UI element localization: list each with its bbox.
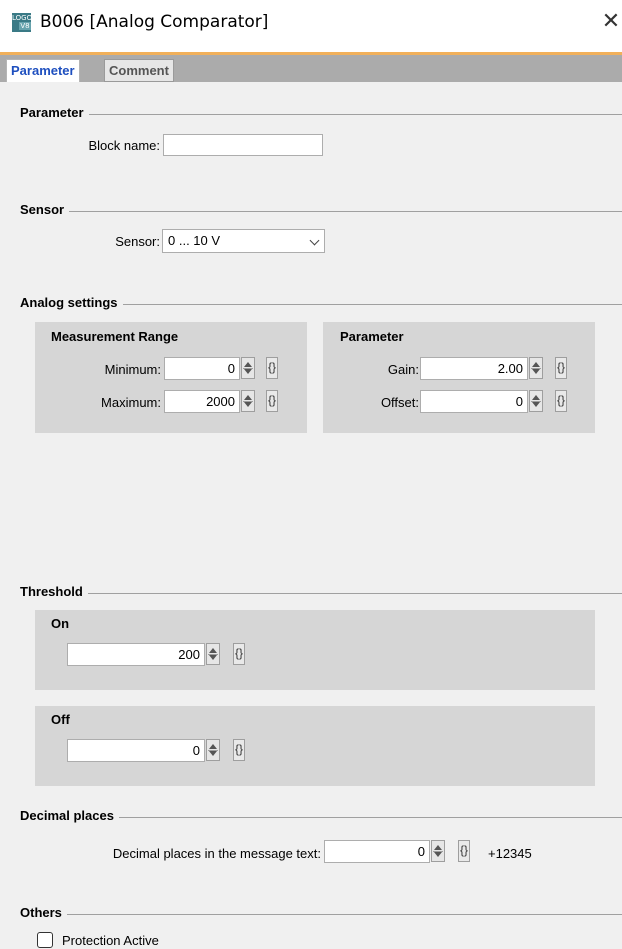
offset-param-button[interactable]: {} <box>555 390 567 412</box>
section-threshold-title: Threshold <box>20 584 622 599</box>
arrow-down-icon <box>532 369 540 374</box>
arrow-up-icon <box>209 648 217 653</box>
decimal-places-param-button[interactable]: {} <box>458 840 470 862</box>
divider <box>88 114 622 115</box>
decimal-preview-text: +12345 <box>488 846 532 861</box>
divider <box>122 304 622 305</box>
close-icon[interactable]: ✕ <box>600 8 622 38</box>
section-analog-title: Analog settings <box>20 295 622 310</box>
gain-param-button[interactable]: {} <box>555 357 567 379</box>
measurement-range-group: Measurement Range Minimum: 0 {} Maximum:… <box>35 322 307 433</box>
arrow-down-icon <box>209 655 217 660</box>
measurement-range-title: Measurement Range <box>51 329 179 344</box>
chevron-down-icon <box>309 235 320 246</box>
block-name-input[interactable] <box>163 134 323 156</box>
arrow-down-icon <box>244 402 252 407</box>
arrow-up-icon <box>244 395 252 400</box>
gain-input[interactable]: 2.00 <box>420 357 528 380</box>
arrow-down-icon <box>434 852 442 857</box>
minimum-input[interactable]: 0 <box>164 357 240 380</box>
arrow-down-icon <box>244 369 252 374</box>
divider <box>118 817 622 818</box>
threshold-on-input[interactable]: 200 <box>67 643 205 666</box>
tab-comment[interactable]: Comment <box>104 59 174 82</box>
decimal-places-spinner[interactable] <box>431 840 445 862</box>
minimum-param-button[interactable]: {} <box>266 357 278 379</box>
minimum-spinner[interactable] <box>241 357 255 379</box>
gain-spinner[interactable] <box>529 357 543 379</box>
threshold-off-input[interactable]: 0 <box>67 739 205 762</box>
protection-active-checkbox[interactable] <box>37 932 53 948</box>
window-title: B006 [Analog Comparator] <box>40 12 269 32</box>
analog-parameter-title: Parameter <box>340 329 404 344</box>
arrow-up-icon <box>244 362 252 367</box>
tab-strip: Parameter Comment <box>0 52 622 82</box>
threshold-on-spinner[interactable] <box>206 643 220 665</box>
section-parameter-title: Parameter <box>20 105 622 120</box>
arrow-down-icon <box>209 751 217 756</box>
section-others-title: Others <box>20 905 622 920</box>
minimum-label: Minimum: <box>104 362 161 377</box>
offset-spinner[interactable] <box>529 390 543 412</box>
threshold-off-title: Off <box>51 712 70 727</box>
sensor-label: Sensor: <box>115 234 160 249</box>
protection-active-label: Protection Active <box>62 933 159 948</box>
divider <box>69 211 622 212</box>
arrow-up-icon <box>532 362 540 367</box>
section-decimal-title: Decimal places <box>20 808 622 823</box>
maximum-param-button[interactable]: {} <box>266 390 278 412</box>
logo-app-icon: LOGO V8 <box>12 13 33 32</box>
arrow-down-icon <box>532 402 540 407</box>
maximum-input[interactable]: 2000 <box>164 390 240 413</box>
arrow-up-icon <box>434 845 442 850</box>
block-name-label: Block name: <box>88 138 160 153</box>
threshold-off-spinner[interactable] <box>206 739 220 761</box>
tab-parameter[interactable]: Parameter <box>6 59 80 82</box>
divider <box>87 593 622 594</box>
decimal-places-label: Decimal places in the message text: <box>112 846 321 861</box>
divider <box>66 914 622 915</box>
offset-label: Offset: <box>380 395 419 410</box>
threshold-off-group: Off 0 {} <box>35 706 595 786</box>
decimal-places-input[interactable]: 0 <box>324 840 430 863</box>
arrow-up-icon <box>532 395 540 400</box>
offset-input[interactable]: 0 <box>420 390 528 413</box>
title-bar: LOGO V8 B006 [Analog Comparator] ✕ <box>0 0 622 52</box>
section-sensor-title: Sensor <box>20 202 622 217</box>
maximum-label: Maximum: <box>101 395 161 410</box>
threshold-on-param-button[interactable]: {} <box>233 643 245 665</box>
sensor-select-value: 0 ... 10 V <box>168 233 221 248</box>
sensor-select[interactable]: 0 ... 10 V <box>162 229 325 253</box>
threshold-on-title: On <box>51 616 70 631</box>
maximum-spinner[interactable] <box>241 390 255 412</box>
threshold-off-param-button[interactable]: {} <box>233 739 245 761</box>
threshold-on-group: On 200 {} <box>35 610 595 690</box>
analog-parameter-group: Parameter Gain: 2.00 {} Offset: 0 {} <box>323 322 595 433</box>
arrow-up-icon <box>209 744 217 749</box>
gain-label: Gain: <box>387 362 419 377</box>
